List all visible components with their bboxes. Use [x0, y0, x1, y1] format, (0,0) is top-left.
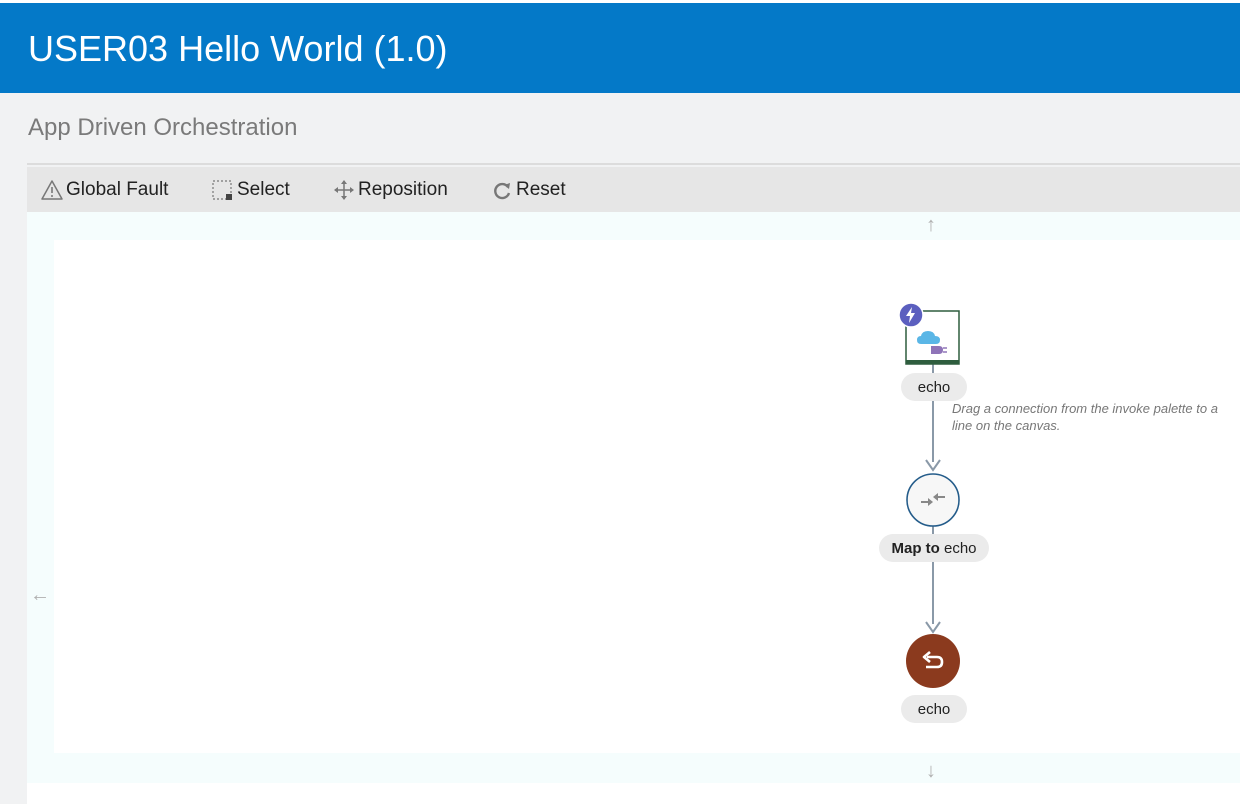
reset-button[interactable]: Reset: [490, 167, 566, 212]
trigger-badge: [898, 302, 924, 328]
select-button[interactable]: Select: [211, 167, 290, 212]
orchestration-canvas[interactable]: [54, 240, 1240, 753]
scroll-down-arrow[interactable]: ↓: [926, 761, 936, 781]
map-node[interactable]: [906, 473, 961, 528]
map-node-label[interactable]: Map to echo: [879, 534, 989, 562]
return-node-label[interactable]: echo: [901, 695, 967, 723]
reposition-button[interactable]: Reposition: [332, 167, 448, 212]
scroll-up-arrow[interactable]: ↑: [926, 215, 936, 235]
map-label-target: echo: [939, 539, 977, 557]
return-icon: [906, 634, 960, 688]
bottom-strip: [27, 783, 1240, 804]
canvas-toolbar: Global Fault Select Reposition Reset: [27, 167, 1240, 212]
app-header: USER03 Hello World (1.0): [0, 0, 1240, 93]
divider: [27, 163, 1240, 165]
canvas-hint: Drag a connection from the invoke palett…: [952, 401, 1218, 433]
global-fault-button[interactable]: Global Fault: [40, 167, 168, 212]
integration-title: USER03 Hello World (1.0): [28, 28, 448, 69]
reset-icon: [494, 182, 511, 199]
lightning-icon: [898, 302, 924, 328]
trigger-node-label[interactable]: echo: [901, 373, 967, 401]
page-subtitle: App Driven Orchestration: [28, 114, 298, 141]
reposition-label: Reposition: [358, 178, 448, 200]
select-label: Select: [237, 178, 290, 200]
select-icon: [212, 179, 232, 200]
warning-icon: [41, 179, 63, 200]
return-node[interactable]: [905, 633, 961, 689]
reposition-icon: [334, 179, 354, 200]
map-icon: [906, 473, 960, 527]
map-label-bold: Map to: [891, 539, 940, 557]
reset-label: Reset: [516, 178, 566, 200]
scroll-left-arrow[interactable]: ←: [30, 585, 50, 605]
global-fault-label: Global Fault: [66, 178, 169, 200]
